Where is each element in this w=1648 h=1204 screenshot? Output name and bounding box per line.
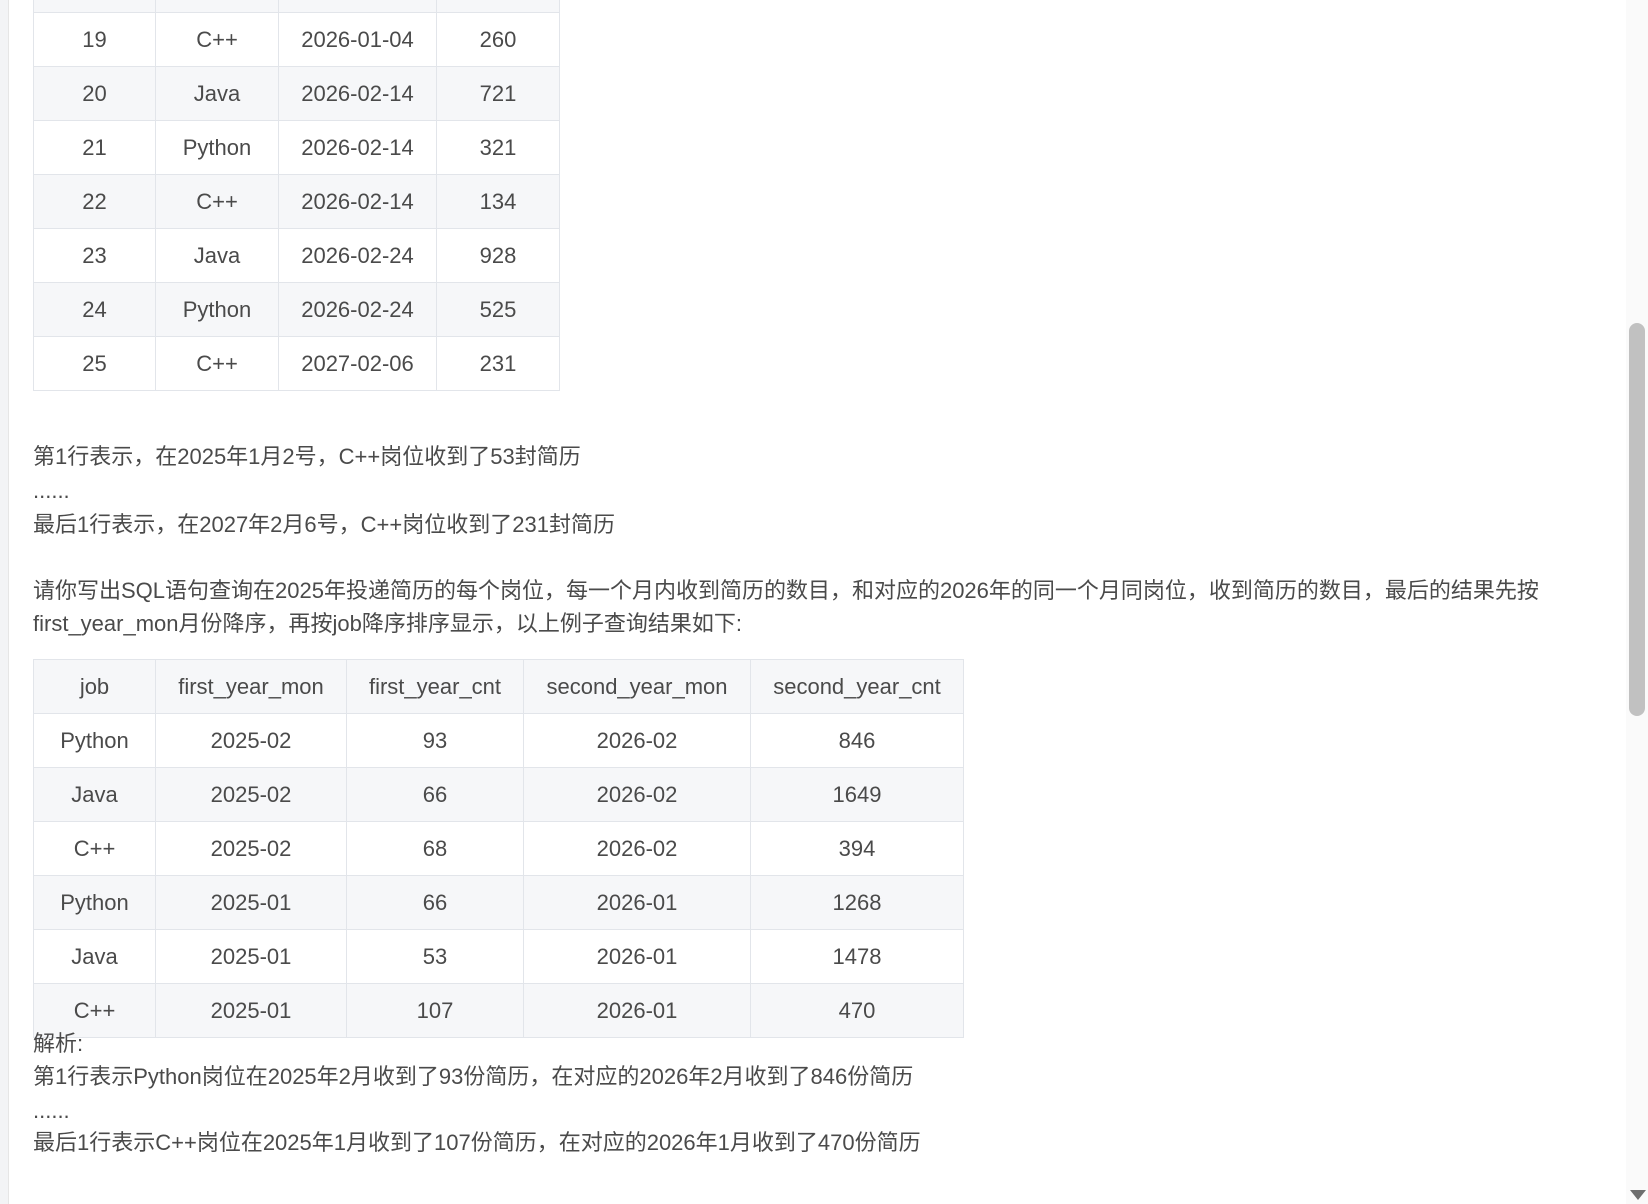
table-cell: 2026-02-24 — [278, 282, 437, 337]
table-cell: 19 — [33, 12, 156, 67]
table-cell: 846 — [750, 713, 964, 768]
table-cell: 2025-02 — [155, 767, 347, 822]
table-row: 24 Python 2026-02-24 525 — [33, 282, 560, 337]
table-cell: 721 — [436, 66, 560, 121]
table-cell: Java — [33, 929, 156, 984]
table-cell: 2025-02 — [155, 821, 347, 876]
table-cell: 2026-02-24 — [278, 228, 437, 283]
table-cell: 2027-02-06 — [278, 336, 437, 391]
scrollbar-thumb[interactable] — [1629, 323, 1645, 716]
table-cell: 2026-02-14 — [278, 174, 437, 229]
table-cell: C++ — [33, 821, 156, 876]
analysis-first-row: 第1行表示Python岗位在2025年2月收到了93份简历，在对应的2026年2… — [33, 1064, 914, 1089]
table-cell: Python — [33, 713, 156, 768]
table-cell: 2025-01 — [155, 929, 347, 984]
table-cell: Python — [155, 282, 279, 337]
table-cell: 22 — [33, 174, 156, 229]
table-cell — [436, 0, 560, 13]
question-text: 请你写出SQL语句查询在2025年投递简历的每个岗位，每一个月内收到简历的数目，… — [33, 578, 1539, 636]
table-cell: Java — [155, 228, 279, 283]
column-header: first_year_cnt — [346, 659, 524, 714]
table-cell: 2026-01-04 — [278, 12, 437, 67]
table-cell — [155, 0, 279, 13]
column-header: second_year_mon — [523, 659, 751, 714]
table-cell: C++ — [155, 12, 279, 67]
explain-first-row: 第1行表示，在2025年1月2号，C++岗位收到了53封简历 — [33, 444, 581, 469]
table-cell: Java — [33, 767, 156, 822]
column-header: second_year_cnt — [750, 659, 964, 714]
table-cell: 1649 — [750, 767, 964, 822]
table-row: 21 Python 2026-02-14 321 — [33, 120, 560, 175]
table-cell: Python — [155, 120, 279, 175]
table-cell: 2025-01 — [155, 983, 347, 1038]
table-cell: 2026-01 — [523, 983, 751, 1038]
table-row: C++ 2025-02 68 2026-02 394 — [33, 821, 964, 876]
table-cell: 2026-02 — [523, 821, 751, 876]
table-header-row: job first_year_mon first_year_cnt second_ye… — [33, 659, 964, 714]
table-cell: 24 — [33, 282, 156, 337]
table-cell: 1268 — [750, 875, 964, 930]
table-cell: 68 — [346, 821, 524, 876]
table-cell: 25 — [33, 336, 156, 391]
table-cell: Java — [155, 66, 279, 121]
table-cell: 2026-02 — [523, 713, 751, 768]
table-cell: 21 — [33, 120, 156, 175]
table-cell: 321 — [436, 120, 560, 175]
table-cell: 260 — [436, 12, 560, 67]
table-cell: 2025-02 — [155, 713, 347, 768]
table-row: 20 Java 2026-02-14 721 — [33, 66, 560, 121]
table-row: 22 C++ 2026-02-14 134 — [33, 174, 560, 229]
table-cell: 53 — [346, 929, 524, 984]
analysis-label: 解析: — [33, 1031, 84, 1056]
table-cell: 134 — [436, 174, 560, 229]
table-row: Python 2025-02 93 2026-02 846 — [33, 713, 964, 768]
table-cell — [278, 0, 437, 13]
table-cell: 2026-01 — [523, 929, 751, 984]
table-cell: 928 — [436, 228, 560, 283]
table-row: 19 C++ 2026-01-04 260 — [33, 12, 560, 67]
table-cell: C++ — [155, 336, 279, 391]
table-cell: 2026-01 — [523, 875, 751, 930]
table-cell: 394 — [750, 821, 964, 876]
scroll-down-arrow-icon[interactable] — [1630, 1190, 1646, 1200]
table-row — [33, 0, 560, 13]
sample-data-table: 19 C++ 2026-01-04 260 20 Java 2026-02-14 721 21 P… — [33, 0, 560, 391]
table-cell: 1478 — [750, 929, 964, 984]
explain-last-row: 最后1行表示，在2027年2月6号，C++岗位收到了231封简历 — [33, 512, 615, 537]
table-cell: 2026-02-14 — [278, 66, 437, 121]
left-edge — [0, 0, 9, 1204]
table-cell: 2025-01 — [155, 875, 347, 930]
table-cell: 231 — [436, 336, 560, 391]
table-cell: 470 — [750, 983, 964, 1038]
table-cell: 107 — [346, 983, 524, 1038]
table-row: 25 C++ 2027-02-06 231 — [33, 336, 560, 391]
analysis-ellipsis: ...... — [33, 1098, 70, 1123]
table-cell: 66 — [346, 875, 524, 930]
table-cell: Python — [33, 875, 156, 930]
table-cell: 20 — [33, 66, 156, 121]
expected-result-table: job first_year_mon first_year_cnt second_ye… — [33, 659, 964, 1038]
table-cell: 2026-02 — [523, 767, 751, 822]
table-row: Java 2025-02 66 2026-02 1649 — [33, 767, 964, 822]
column-header: first_year_mon — [155, 659, 347, 714]
analysis-last-row: 最后1行表示C++岗位在2025年1月收到了107份简历，在对应的2026年1月… — [33, 1130, 921, 1155]
table-cell: 23 — [33, 228, 156, 283]
table-row: Java 2025-01 53 2026-01 1478 — [33, 929, 964, 984]
table-cell — [33, 0, 156, 13]
table-row: C++ 2025-01 107 2026-01 470 — [33, 983, 964, 1038]
table-cell: 525 — [436, 282, 560, 337]
explain-ellipsis: ...... — [33, 478, 70, 503]
table-cell: 66 — [346, 767, 524, 822]
table-row: 23 Java 2026-02-24 928 — [33, 228, 560, 283]
column-header: job — [33, 659, 156, 714]
table-cell: C++ — [155, 174, 279, 229]
table-cell: 2026-02-14 — [278, 120, 437, 175]
table-cell: 93 — [346, 713, 524, 768]
vertical-scrollbar[interactable] — [1626, 0, 1648, 1204]
table-row: Python 2025-01 66 2026-01 1268 — [33, 875, 964, 930]
